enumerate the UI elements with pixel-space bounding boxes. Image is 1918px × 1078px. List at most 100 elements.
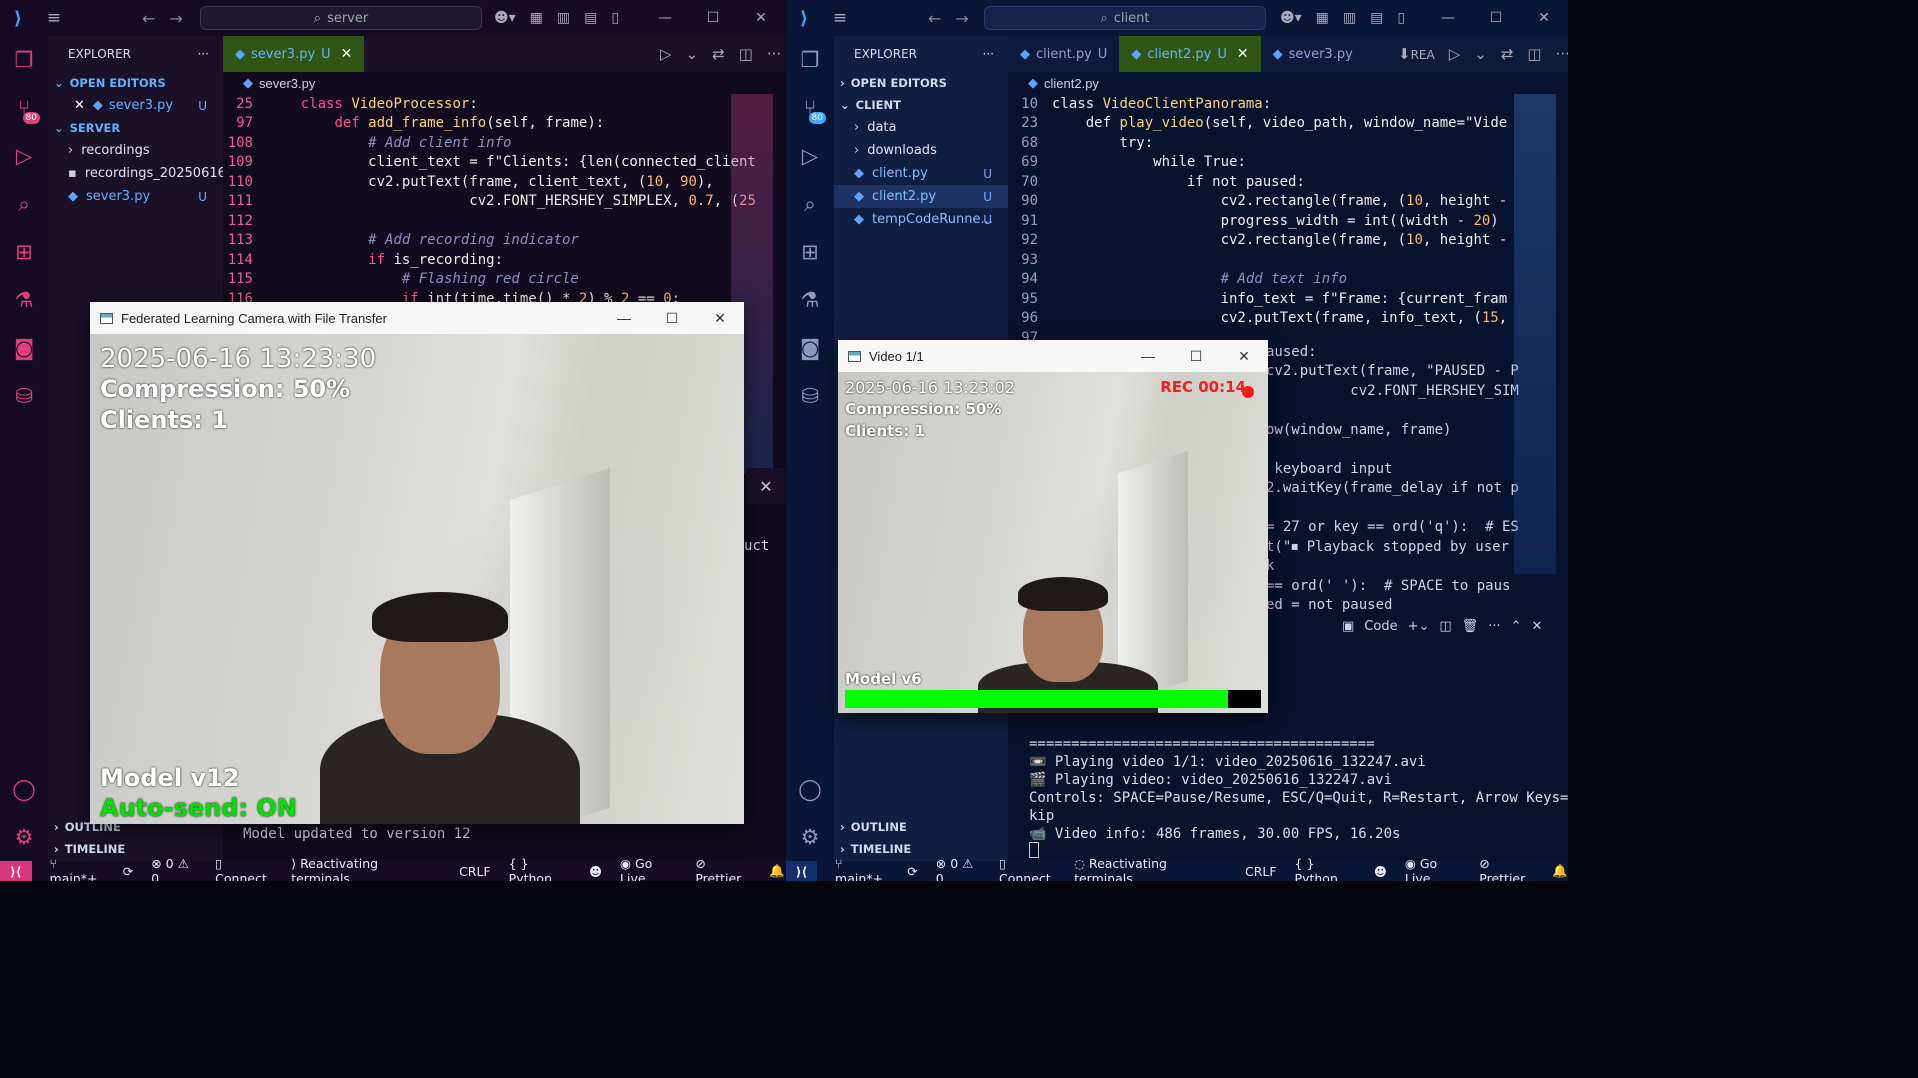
remote-icon[interactable]: ⟩⟨ bbox=[786, 861, 818, 881]
tree-item[interactable]: ◆ sever3.py U bbox=[48, 185, 223, 208]
add-terminal-icon[interactable]: +⌄ bbox=[1408, 619, 1430, 634]
back-arrow-icon[interactable]: ← bbox=[142, 9, 155, 28]
tree-item[interactable]: ◆ client2.py U bbox=[834, 185, 1008, 208]
sync-icon[interactable]: ⟳ bbox=[907, 864, 917, 879]
problems-status[interactable]: ⊗ 0 ⚠ 0 bbox=[936, 856, 981, 881]
close-tab-icon[interactable]: ✕ bbox=[1237, 46, 1249, 62]
explorer-icon[interactable]: ❐ bbox=[786, 36, 834, 84]
tree-item[interactable]: › recordings bbox=[48, 139, 223, 162]
split-editor-icon[interactable]: ◫ bbox=[739, 45, 753, 63]
language-status[interactable]: { } Python bbox=[1295, 856, 1356, 881]
back-arrow-icon[interactable]: ← bbox=[928, 9, 941, 28]
search-icon[interactable]: ⌕ bbox=[786, 180, 834, 228]
maximize-icon[interactable]: ☐ bbox=[1172, 348, 1220, 365]
split-editor-icon[interactable]: ◫ bbox=[1527, 45, 1541, 63]
golive-status[interactable]: ◉ Go Live bbox=[1405, 856, 1461, 881]
close-panel-icon[interactable]: ✕ bbox=[746, 468, 785, 504]
trash-icon[interactable]: 🗑 bbox=[1462, 619, 1479, 634]
tree-item[interactable]: › data bbox=[834, 116, 1008, 139]
tree-item[interactable]: › downloads bbox=[834, 139, 1008, 162]
bell-icon[interactable]: 🔔 bbox=[769, 863, 785, 879]
source-control-icon[interactable]: ⑂ 80 bbox=[786, 84, 834, 132]
terminal-label[interactable]: Code bbox=[1364, 619, 1397, 634]
video-title-bar[interactable]: Video 1/1 — ☐ ✕ bbox=[838, 340, 1268, 372]
tab-sever3[interactable]: ◆ sever3.py bbox=[1261, 36, 1365, 72]
command-search-box[interactable]: ⌕ client bbox=[984, 6, 1266, 30]
testing-icon[interactable]: ⚗ bbox=[0, 276, 48, 324]
minimize-icon[interactable]: — bbox=[1424, 10, 1472, 26]
copilot-status-icon[interactable]: ☻ bbox=[589, 864, 602, 879]
testing-icon[interactable]: ⚗ bbox=[786, 276, 834, 324]
sync-icon[interactable]: ⟳ bbox=[123, 864, 133, 879]
tab-client2[interactable]: ◆ client2.py U ✕ bbox=[1119, 36, 1261, 72]
extensions-icon[interactable]: ⊞ bbox=[0, 228, 48, 276]
menu-icon[interactable]: ≡ bbox=[822, 8, 858, 28]
minimize-icon[interactable]: — bbox=[600, 310, 648, 326]
prettier-status[interactable]: ⊘ Prettier bbox=[1479, 856, 1534, 881]
chevron-down-icon[interactable]: ⌄ bbox=[1474, 45, 1487, 63]
toggle-secondary-icon[interactable]: ▯ bbox=[611, 10, 619, 26]
search-icon[interactable]: ⌕ bbox=[0, 180, 48, 228]
database-icon[interactable]: ⛁ bbox=[0, 372, 48, 420]
section-open-editors[interactable]: › OPEN EDITORS bbox=[834, 72, 1008, 94]
breadcrumb[interactable]: ◆ sever3.py bbox=[223, 72, 785, 94]
more-actions-icon[interactable]: ··· bbox=[983, 47, 994, 61]
run-icon[interactable]: ▷ bbox=[660, 45, 672, 63]
command-search-box[interactable]: ⌕ server bbox=[200, 6, 482, 30]
toggle-sidebar-icon[interactable]: ▥ bbox=[557, 10, 570, 26]
connect-status[interactable]: ▯ Connect bbox=[215, 856, 273, 881]
account-icon[interactable]: ◯ bbox=[0, 765, 48, 813]
open-editor-item[interactable]: ✕ ◆ sever3.py U bbox=[48, 94, 223, 117]
run-icon[interactable]: ▷ bbox=[1449, 45, 1461, 63]
run-debug-icon[interactable]: ▷ bbox=[0, 132, 48, 180]
camera-title-bar[interactable]: Federated Learning Camera with File Tran… bbox=[90, 302, 744, 334]
close-icon[interactable]: ✕ bbox=[1520, 10, 1568, 26]
tree-item[interactable]: ◆ tempCodeRunne... U bbox=[834, 208, 1008, 231]
branch-status[interactable]: ⑂ main*+ bbox=[835, 856, 889, 881]
toggle-panel-icon[interactable]: ▤ bbox=[1370, 10, 1383, 26]
explorer-icon[interactable]: ❐ bbox=[0, 36, 48, 84]
more-icon[interactable]: ··· bbox=[767, 45, 781, 63]
close-panel-icon[interactable]: ✕ bbox=[1532, 619, 1543, 634]
source-control-icon[interactable]: ⑂ 80 bbox=[0, 84, 48, 132]
maximize-icon[interactable]: ☐ bbox=[1472, 10, 1520, 26]
minimize-icon[interactable]: — bbox=[1124, 348, 1172, 364]
branch-status[interactable]: ⑂ main*+ bbox=[50, 856, 105, 881]
prettier-status[interactable]: ⊘ Prettier bbox=[695, 856, 751, 881]
bell-icon[interactable]: 🔔 bbox=[1552, 863, 1568, 879]
close-icon[interactable]: ✕ bbox=[696, 310, 744, 327]
close-tab-icon[interactable]: ✕ bbox=[341, 46, 353, 62]
extensions-icon[interactable]: ⊞ bbox=[786, 228, 834, 276]
close-icon[interactable]: ✕ bbox=[1220, 348, 1268, 365]
toggle-panel-icon[interactable]: ▤ bbox=[584, 10, 597, 26]
more-actions-icon[interactable]: ··· bbox=[198, 47, 209, 61]
minimap[interactable] bbox=[1514, 94, 1556, 574]
connect-status[interactable]: ▯ Connect bbox=[999, 856, 1056, 881]
eol-status[interactable]: CRLF bbox=[459, 864, 491, 879]
forward-arrow-icon[interactable]: → bbox=[169, 9, 182, 28]
maximize-icon[interactable]: ☐ bbox=[648, 310, 696, 327]
tree-item[interactable]: ▪ recordings_20250616... bbox=[48, 162, 238, 185]
copilot-chat-icon[interactable]: ◙ bbox=[0, 324, 48, 372]
menu-icon[interactable]: ≡ bbox=[36, 8, 72, 28]
more-icon[interactable]: ··· bbox=[1488, 619, 1500, 634]
toggle-sidebar-icon[interactable]: ▥ bbox=[1343, 10, 1356, 26]
account-icon[interactable]: ◯ bbox=[786, 765, 834, 813]
tree-item[interactable]: ◆ client.py U bbox=[834, 162, 1008, 185]
remote-icon[interactable]: ⟩⟨ bbox=[0, 861, 32, 881]
section-client[interactable]: ⌄ CLIENT bbox=[834, 94, 1008, 116]
copilot-icon[interactable]: ☻▾ bbox=[494, 10, 516, 26]
close-icon[interactable]: ✕ bbox=[74, 98, 85, 113]
breadcrumb[interactable]: ◆ client2.py bbox=[1008, 72, 1568, 94]
close-icon[interactable]: ✕ bbox=[737, 10, 785, 26]
section-outline[interactable]: › OUTLINE bbox=[834, 816, 1008, 838]
minimize-icon[interactable]: — bbox=[641, 10, 689, 26]
settings-gear-icon[interactable]: ⚙ bbox=[786, 813, 834, 861]
problems-status[interactable]: ⊗ 0 ⚠ 0 bbox=[151, 856, 197, 881]
more-icon[interactable]: ··· bbox=[1556, 45, 1568, 63]
language-status[interactable]: { } Python bbox=[509, 856, 571, 881]
copilot-icon[interactable]: ☻▾ bbox=[1280, 10, 1302, 26]
section-server[interactable]: ⌄ SERVER bbox=[48, 117, 223, 139]
run-debug-icon[interactable]: ▷ bbox=[786, 132, 834, 180]
toggle-secondary-icon[interactable]: ▯ bbox=[1397, 10, 1405, 26]
